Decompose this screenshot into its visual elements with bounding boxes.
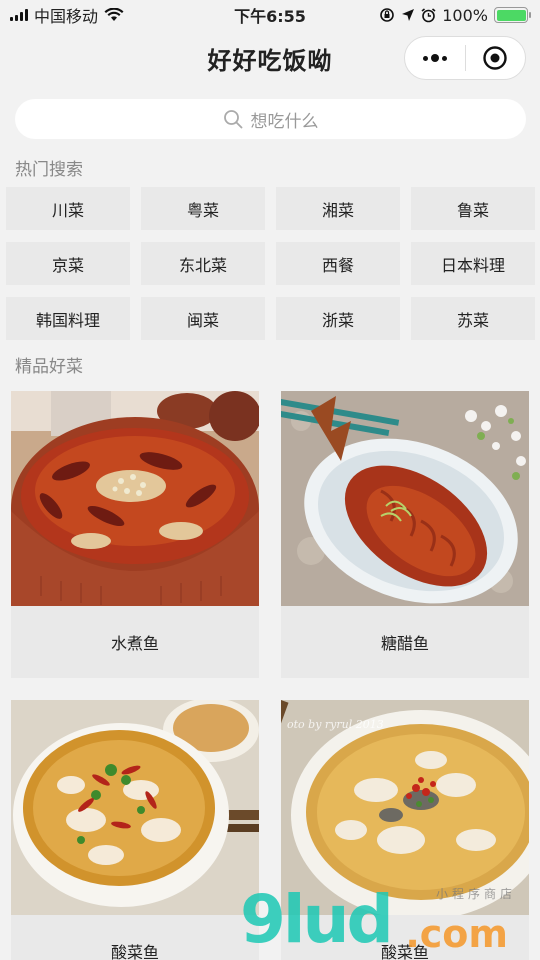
- tag-chuan[interactable]: 川菜: [6, 187, 130, 230]
- dish-card[interactable]: 酸菜鱼: [11, 700, 259, 960]
- dish-card[interactable]: 水煮鱼: [11, 391, 259, 678]
- tag-zhe[interactable]: 浙菜: [276, 297, 400, 340]
- nav-bar: 好好吃饭呦: [0, 30, 540, 86]
- search-input[interactable]: 想吃什么: [15, 99, 526, 139]
- tag-western[interactable]: 西餐: [276, 242, 400, 285]
- dish-photo-pickled-fish-2: oto by ryrul 2013: [281, 700, 529, 915]
- battery-percent: 100%: [442, 5, 488, 25]
- dish-name: 酸菜鱼: [110, 943, 159, 960]
- page-title: 好好吃饭呦: [207, 46, 333, 75]
- status-left: 中国移动: [10, 3, 124, 27]
- dish-name: 水煮鱼: [110, 634, 159, 653]
- carrier-label: 中国移动: [34, 7, 99, 26]
- tag-dongbei[interactable]: 东北菜: [141, 242, 265, 285]
- dish-photo-pickled-fish-1: [11, 700, 259, 915]
- location-icon: [402, 9, 415, 21]
- status-bar: 中国移动 下午6:55 100%: [0, 0, 540, 30]
- rotation-lock-icon: [380, 8, 395, 22]
- tag-min[interactable]: 闽菜: [141, 297, 265, 340]
- wifi-icon: [104, 8, 124, 21]
- alarm-icon: [421, 7, 436, 22]
- dish-photo-sweet-sour-fish: [281, 391, 529, 606]
- more-button[interactable]: [405, 37, 465, 79]
- dish-photo-boiled-fish: [11, 391, 259, 606]
- tag-su[interactable]: 苏菜: [411, 297, 535, 340]
- hot-search-tags: 川菜 粤菜 湘菜 鲁菜 京菜 东北菜 西餐 日本料理 韩国料理 闽菜 浙菜 苏菜: [6, 187, 535, 340]
- battery-icon: [494, 7, 531, 23]
- photo-caption: oto by ryrul 2013: [287, 718, 384, 731]
- hot-search-title: 热门搜索: [15, 160, 83, 180]
- close-target-icon: [483, 46, 507, 70]
- tag-yue[interactable]: 粤菜: [141, 187, 265, 230]
- battery-fill: [496, 9, 526, 21]
- featured-title: 精品好菜: [15, 357, 83, 377]
- tag-japanese[interactable]: 日本料理: [411, 242, 535, 285]
- search-placeholder: 想吃什么: [250, 111, 319, 132]
- dish-grid: 水煮鱼 糖醋鱼 酸菜鱼 oto by ryrul 2013 酸菜鱼: [11, 391, 529, 960]
- dish-card[interactable]: oto by ryrul 2013 酸菜鱼: [281, 700, 529, 960]
- close-button[interactable]: [466, 37, 526, 79]
- signal-icon: [10, 9, 28, 21]
- more-dots-icon: [422, 54, 447, 62]
- tag-jing[interactable]: 京菜: [6, 242, 130, 285]
- tag-korean[interactable]: 韩国料理: [6, 297, 130, 340]
- dish-name: 酸菜鱼: [380, 943, 429, 960]
- dish-name: 糖醋鱼: [380, 634, 429, 653]
- status-right: 100%: [379, 5, 531, 25]
- menu-capsule: [404, 36, 526, 80]
- search-icon: [223, 110, 242, 129]
- dish-card[interactable]: 糖醋鱼: [281, 391, 529, 678]
- tag-xiang[interactable]: 湘菜: [276, 187, 400, 230]
- tag-lu[interactable]: 鲁菜: [411, 187, 535, 230]
